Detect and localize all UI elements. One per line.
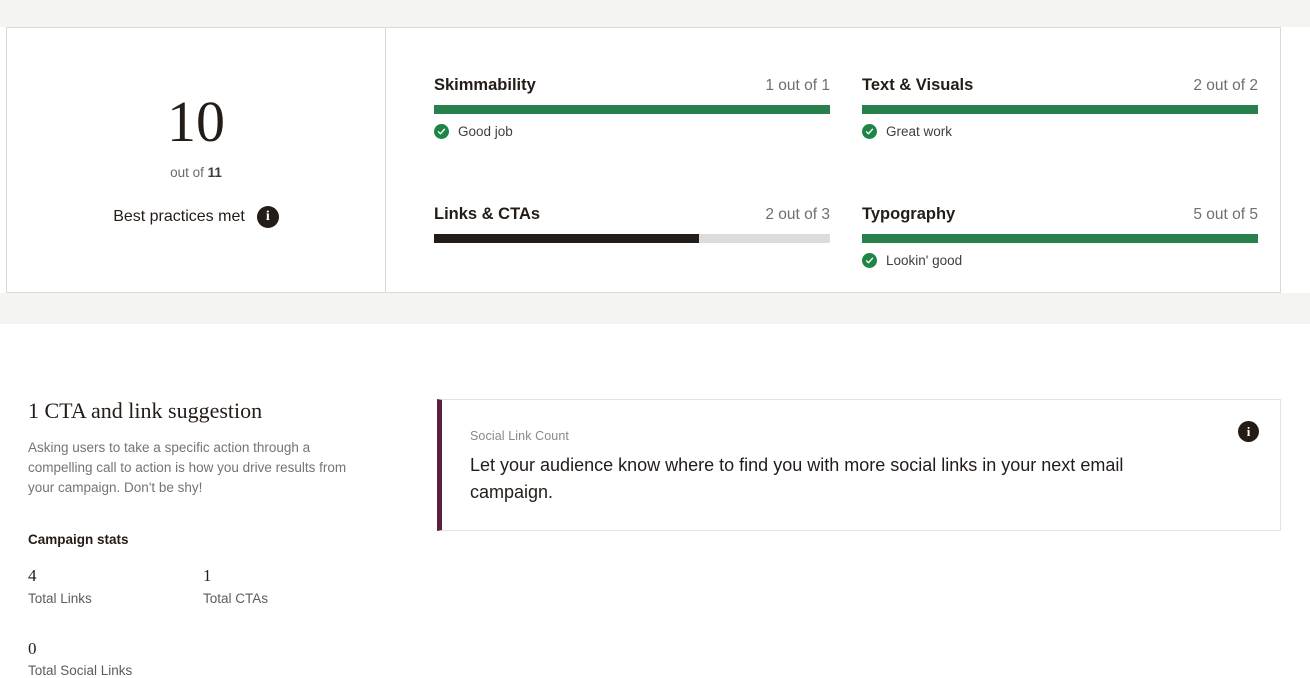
metric-name: Links & CTAs bbox=[434, 205, 541, 223]
suggestion-card-inner: Social Link Count Let your audience know… bbox=[442, 400, 1280, 530]
suggestion-body-text: Asking users to take a specific action t… bbox=[28, 440, 347, 495]
metric-status: Good job bbox=[434, 124, 830, 139]
metric-status-text: Lookin' good bbox=[886, 253, 963, 268]
metric-progress-bar bbox=[862, 105, 1258, 114]
section-divider-band bbox=[0, 293, 1310, 324]
stat-label: Total CTAs bbox=[203, 590, 269, 606]
metric-score: 5 out of 5 bbox=[1193, 206, 1258, 223]
stat-value: 1 bbox=[203, 566, 212, 585]
stat-label: Total Social Links bbox=[28, 663, 133, 678]
overall-score-value: 10 bbox=[167, 88, 225, 154]
metric-skimmability: Skimmability 1 out of 1 Good job bbox=[434, 76, 830, 139]
info-icon[interactable]: i bbox=[1238, 421, 1259, 442]
campaign-insights-page: 10 out of 11 Best practices met i Skimma… bbox=[0, 0, 1310, 678]
metrics-grid: Skimmability 1 out of 1 Good job Text & … bbox=[434, 76, 1310, 268]
suggestion-card: Social Link Count Let your audience know… bbox=[437, 399, 1281, 531]
metric-score: 1 out of 1 bbox=[765, 77, 830, 94]
top-background-strip bbox=[0, 0, 1310, 27]
metric-header: Links & CTAs 2 out of 3 bbox=[434, 205, 830, 224]
campaign-stats-heading: Campaign stats bbox=[28, 532, 129, 547]
suggestion-card-text: Let your audience know where to find you… bbox=[470, 455, 1124, 502]
metric-typography: Typography 5 out of 5 Lookin' good bbox=[862, 139, 1258, 268]
metric-text-and-visuals: Text & Visuals 2 out of 2 Great work bbox=[862, 76, 1258, 139]
metric-status: Lookin' good bbox=[862, 253, 1258, 268]
overall-score-section: 10 out of 11 Best practices met i bbox=[7, 28, 386, 292]
best-practices-label: Best practices met bbox=[113, 207, 245, 225]
metric-progress-fill bbox=[862, 234, 1258, 243]
metric-progress-bar bbox=[434, 105, 830, 114]
suggestions-section: 1 CTA and link suggestion Asking users t… bbox=[0, 324, 1310, 678]
metric-status-text: Great work bbox=[886, 124, 953, 139]
metric-header: Skimmability 1 out of 1 bbox=[434, 76, 830, 95]
metric-progress-bar bbox=[862, 234, 1258, 243]
campaign-stats-grid: 4 Total Links 1 Total CTAs 0 Total Socia… bbox=[28, 566, 368, 678]
stat-item: 4 Total Links bbox=[28, 566, 203, 606]
stat-label: Total Links bbox=[28, 590, 92, 606]
out-of-value: 11 bbox=[207, 164, 222, 180]
best-practices-score-panel: 10 out of 11 Best practices met i Skimma… bbox=[6, 27, 1281, 293]
metric-progress-fill bbox=[434, 234, 700, 243]
suggestion-description-column: 1 CTA and link suggestion Asking users t… bbox=[28, 398, 368, 678]
stat-item: 1 Total CTAs bbox=[203, 566, 378, 606]
metric-status-text: Good job bbox=[458, 124, 513, 139]
metric-name: Skimmability bbox=[434, 76, 536, 94]
stat-value: 0 bbox=[28, 638, 37, 658]
metric-progress-fill bbox=[862, 105, 1258, 114]
metric-score: 2 out of 2 bbox=[1193, 77, 1258, 94]
metric-score: 2 out of 3 bbox=[765, 206, 830, 223]
metric-status: Great work bbox=[862, 124, 1258, 139]
overall-score-total: out of 11 bbox=[170, 165, 222, 180]
metric-progress-bar bbox=[434, 234, 830, 243]
check-circle-icon bbox=[862, 124, 877, 139]
metrics-section: Skimmability 1 out of 1 Good job Text & … bbox=[386, 28, 1280, 292]
suggestion-card-kicker: Social Link Count bbox=[470, 429, 569, 443]
best-practices-row: Best practices met i bbox=[113, 205, 279, 228]
info-icon[interactable]: i bbox=[256, 205, 279, 228]
check-circle-icon bbox=[434, 124, 449, 139]
stat-item: 0 Total Social Links bbox=[28, 638, 203, 678]
metric-header: Typography 5 out of 5 bbox=[862, 205, 1258, 224]
stat-value: 4 bbox=[28, 566, 37, 585]
metric-progress-fill bbox=[434, 105, 830, 114]
check-circle-icon bbox=[862, 253, 877, 268]
metric-links-and-ctas: Links & CTAs 2 out of 3 bbox=[434, 139, 830, 268]
metric-name: Text & Visuals bbox=[862, 76, 974, 94]
out-of-prefix: out of bbox=[170, 164, 208, 180]
metric-name: Typography bbox=[862, 205, 956, 223]
metric-header: Text & Visuals 2 out of 2 bbox=[862, 76, 1258, 95]
suggestion-heading: 1 CTA and link suggestion bbox=[28, 398, 263, 423]
